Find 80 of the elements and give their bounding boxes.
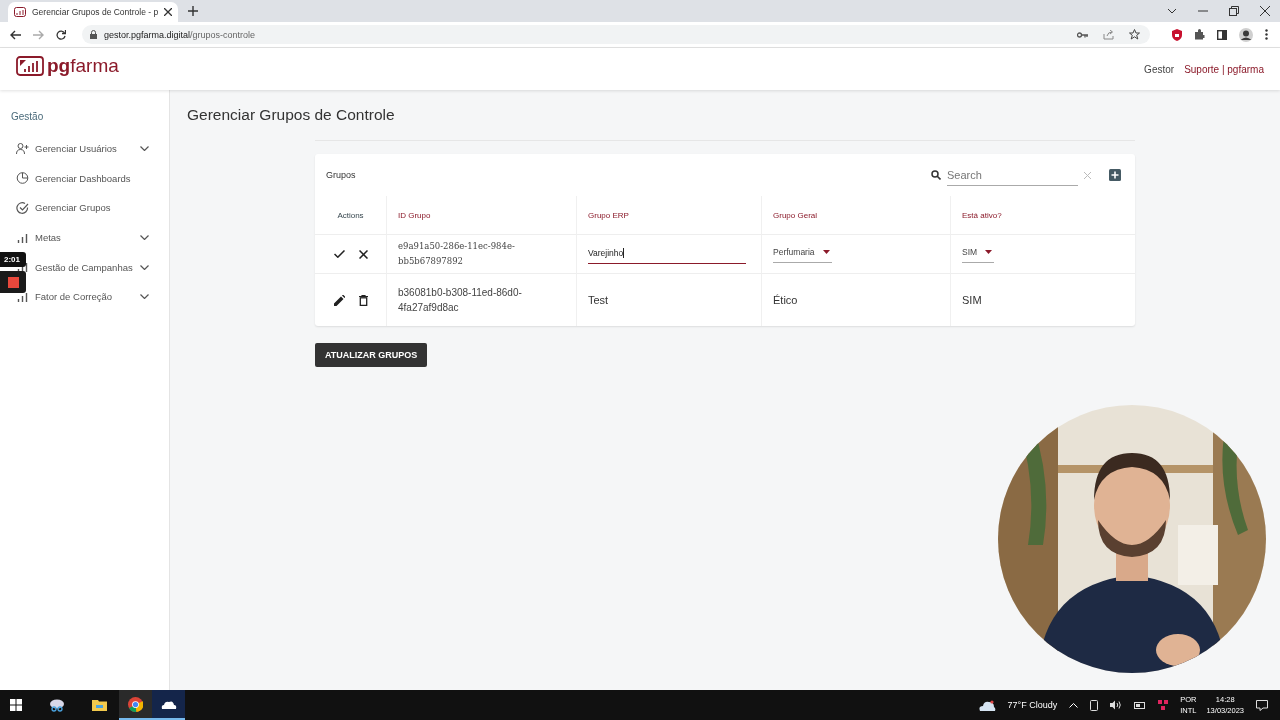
back-icon[interactable] — [10, 29, 21, 40]
table-cell-text: e9a91a50-286e-11ec-984e-bb5b67897892 — [398, 240, 516, 268]
support-link[interactable]: Suporte | pgfarma — [1184, 63, 1264, 75]
browser-tab[interactable]: Gerenciar Grupos de Controle - p — [8, 2, 179, 22]
column-header[interactable]: Grupo ERP — [588, 210, 629, 220]
puzzle-icon[interactable] — [1194, 29, 1205, 40]
restore-icon[interactable] — [1229, 6, 1239, 16]
column-header[interactable]: Actions — [337, 210, 364, 220]
add-tab-icon[interactable] — [188, 6, 199, 16]
section-heading: Gestão — [10, 111, 45, 122]
close-icon[interactable] — [164, 8, 173, 16]
star-icon[interactable] — [1129, 29, 1140, 40]
sidebar-item[interactable]: Gerenciar Dashboards — [35, 172, 131, 184]
cloud-app-icon[interactable] — [160, 699, 177, 709]
chevron-down-icon[interactable] — [140, 146, 149, 152]
sidebar-item[interactable]: Gerenciar Usuários — [35, 143, 117, 155]
close-icon[interactable] — [1260, 6, 1270, 16]
sidebar-item[interactable]: Metas — [35, 232, 61, 244]
column-header[interactable]: ID Grupo — [398, 210, 431, 220]
reload-icon[interactable] — [56, 29, 66, 40]
chart-icon — [14, 7, 26, 17]
tab-title: Gerenciar Grupos de Controle - p — [32, 7, 159, 17]
dropdown[interactable]: SIM — [962, 245, 995, 263]
sidebar-item[interactable]: Fator de Correção — [35, 291, 113, 303]
user-link[interactable]: Gestor — [1144, 63, 1175, 75]
windows-start-icon[interactable] — [10, 699, 22, 711]
speaker-icon[interactable] — [1110, 700, 1123, 710]
recording-timer-overlay: 2:01 — [0, 252, 26, 267]
column-header[interactable]: Grupo Geral — [773, 210, 818, 220]
notification-icon[interactable] — [1256, 699, 1268, 711]
sidebar-item[interactable]: Gerenciar Grupos — [35, 202, 111, 214]
pie-chart-icon — [16, 172, 29, 185]
close-icon[interactable] — [358, 249, 368, 259]
battery-icon[interactable] — [1134, 701, 1147, 709]
chevron-down-icon[interactable] — [1167, 8, 1177, 14]
search-icon — [931, 170, 941, 180]
menu-icon[interactable] — [1265, 29, 1268, 40]
stop-recording-button-overlay[interactable] — [0, 271, 26, 293]
logo-text: pgfarma — [47, 55, 119, 77]
caret-icon — [985, 250, 993, 254]
chevron-down-icon[interactable] — [140, 235, 149, 241]
weather-text[interactable]: 77°F Cloudy — [1007, 700, 1058, 710]
logo-chart-icon — [16, 56, 44, 76]
address-bar[interactable]: gestor.pgfarma.digital/grupos-controle — [82, 25, 1150, 44]
logo[interactable]: pgfarma — [16, 55, 119, 77]
page-title: Gerenciar Grupos de Controle — [187, 106, 396, 124]
lock-icon — [90, 30, 97, 39]
bar-chart-icon — [16, 232, 29, 243]
folder-icon[interactable] — [92, 699, 107, 711]
table-cell-text: b36081b0-b308-11ed-86d0-4fa27af9d8ac — [398, 286, 523, 315]
app-tray-icon[interactable] — [1158, 700, 1169, 710]
key-icon[interactable] — [1077, 31, 1088, 38]
dropdown[interactable]: Perfumaria — [773, 245, 832, 263]
table-title: Grupos — [326, 170, 356, 180]
search-field[interactable]: Search — [947, 164, 1078, 186]
trash-icon[interactable] — [358, 294, 368, 306]
table-cell: Ético — [773, 294, 798, 306]
chrome-icon[interactable] — [128, 696, 143, 712]
chevron-up-icon[interactable] — [1069, 702, 1079, 708]
add-icon[interactable] — [1109, 169, 1121, 181]
avatar-icon[interactable] — [1239, 27, 1253, 42]
sidebar-item[interactable]: Gestão de Campanhas — [35, 261, 133, 273]
table-cell: SIM — [962, 294, 982, 306]
device-icon[interactable] — [1090, 699, 1099, 711]
cloud-icon[interactable] — [978, 699, 996, 711]
chevron-down-icon[interactable] — [140, 294, 149, 300]
pencil-icon[interactable] — [333, 294, 345, 306]
user-add-icon — [16, 143, 29, 155]
check-icon[interactable] — [333, 250, 345, 258]
check-circle-icon — [16, 202, 29, 214]
snipping-tool-icon[interactable] — [49, 698, 65, 712]
share-icon[interactable] — [1103, 29, 1114, 40]
chevron-down-icon[interactable] — [140, 264, 149, 270]
caret-icon — [822, 250, 830, 254]
table-cell: Test — [588, 294, 609, 306]
update-button[interactable]: ATUALIZAR GRUPOS — [315, 343, 428, 367]
text-field[interactable]: Varejinho — [588, 244, 746, 264]
column-header[interactable]: Está ativo? — [962, 210, 1002, 220]
shield-icon[interactable] — [1172, 28, 1182, 41]
side-panel-icon[interactable] — [1217, 29, 1227, 40]
